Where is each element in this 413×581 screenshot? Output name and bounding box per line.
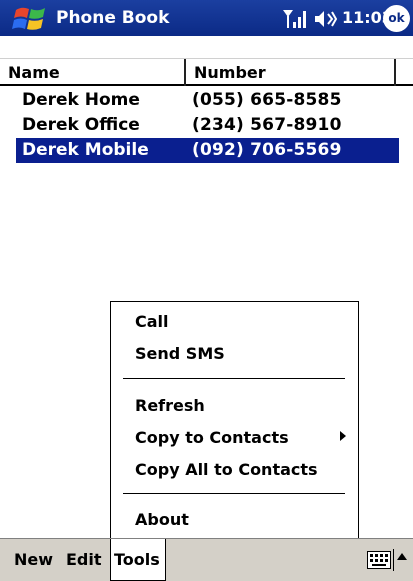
tools-menu: Call Send SMS Refresh Copy to Contacts C… [110, 301, 359, 539]
menu-item-refresh[interactable]: Refresh [135, 391, 205, 421]
input-panel-arrow-icon[interactable] [397, 553, 407, 560]
contact-list: Derek Home (055) 665-8585 Derek Office (… [0, 88, 413, 163]
menu-separator [123, 378, 345, 379]
divider [393, 549, 394, 571]
keyboard-icon[interactable] [367, 551, 391, 569]
menu-item-copy-all-to-contacts[interactable]: Copy All to Contacts [135, 455, 318, 485]
column-extra [396, 59, 413, 86]
menu-tools[interactable]: Tools [110, 539, 166, 581]
title-bar: Phone Book 11:03 ok [0, 0, 413, 36]
menu-item-call[interactable]: Call [135, 307, 169, 337]
ok-button[interactable]: ok [383, 5, 410, 32]
contact-number: (055) 665-8585 [192, 90, 342, 110]
submenu-arrow-icon [340, 431, 346, 441]
menu-item-send-sms[interactable]: Send SMS [135, 339, 225, 369]
menu-item-about[interactable]: About [135, 505, 189, 535]
list-item[interactable]: Derek Home (055) 665-8585 [16, 88, 399, 113]
column-name[interactable]: Name [0, 59, 186, 86]
volume-icon[interactable] [313, 8, 337, 30]
contact-name: Derek Office [22, 115, 140, 135]
menu-bar: New Edit Tools [0, 538, 413, 581]
contact-number: (234) 567-8910 [192, 115, 342, 135]
list-item[interactable]: Derek Office (234) 567-8910 [16, 113, 399, 138]
signal-icon[interactable] [281, 8, 309, 30]
menu-item-copy-to-contacts[interactable]: Copy to Contacts [135, 423, 289, 453]
contact-name: Derek Mobile [22, 140, 149, 160]
list-item-selected[interactable]: Derek Mobile (092) 706-5569 [16, 138, 399, 163]
contact-number: (092) 706-5569 [192, 140, 342, 160]
menu-new[interactable]: New [14, 539, 53, 581]
windows-start-icon[interactable] [12, 4, 50, 34]
column-header: Name Number [0, 58, 413, 86]
app-title: Phone Book [56, 8, 170, 28]
contact-name: Derek Home [22, 90, 140, 110]
menu-edit[interactable]: Edit [66, 539, 102, 581]
menu-separator [123, 493, 345, 494]
column-number[interactable]: Number [186, 59, 396, 86]
